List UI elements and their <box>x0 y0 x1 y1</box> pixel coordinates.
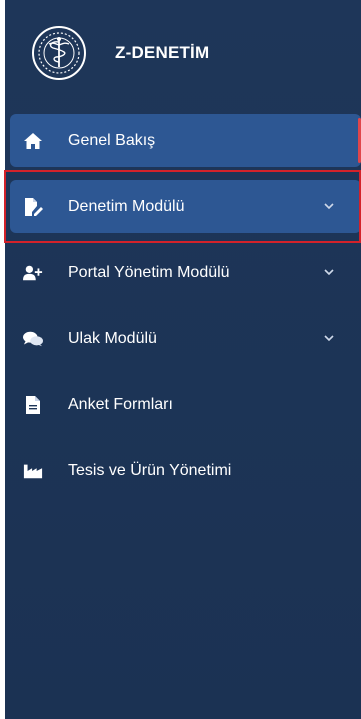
nav-item-ulak-modulu[interactable]: Ulak Modülü <box>10 312 361 365</box>
comments-icon <box>23 329 43 349</box>
caduceus-seal-icon <box>32 26 86 80</box>
nav-label: Ulak Modülü <box>68 329 157 347</box>
nav-item-portal-yonetim[interactable]: Portal Yönetim Modülü <box>10 246 361 299</box>
nav-label: Portal Yönetim Modülü <box>68 263 230 281</box>
user-plus-icon <box>23 263 43 283</box>
app-title: Z-DENETİM <box>115 43 210 62</box>
sidebar: Z-DENETİM Genel Bakış Denetim Modülü Por… <box>5 0 361 719</box>
nav-label: Tesis ve Ürün Yönetimi <box>68 461 232 479</box>
chevron-down-icon[interactable] <box>323 333 335 345</box>
nav-label: Anket Formları <box>68 395 173 413</box>
file-text-icon <box>23 395 43 415</box>
nav-label: Denetim Modülü <box>68 197 185 215</box>
nav-item-tesis-urun[interactable]: Tesis ve Ürün Yönetimi <box>10 444 361 497</box>
brand-header[interactable]: Z-DENETİM <box>5 0 361 105</box>
chevron-down-icon[interactable] <box>323 201 335 213</box>
chevron-down-icon[interactable] <box>323 267 335 279</box>
home-icon <box>23 131 43 151</box>
nav-label: Genel Bakış <box>68 131 156 149</box>
industry-icon <box>23 461 43 481</box>
file-signature-icon <box>23 197 43 217</box>
nav-item-genel-bakis[interactable]: Genel Bakış <box>10 114 361 167</box>
nav-item-denetim-modulu[interactable]: Denetim Modülü <box>10 180 361 233</box>
nav-item-anket-formlari[interactable]: Anket Formları <box>10 378 361 431</box>
